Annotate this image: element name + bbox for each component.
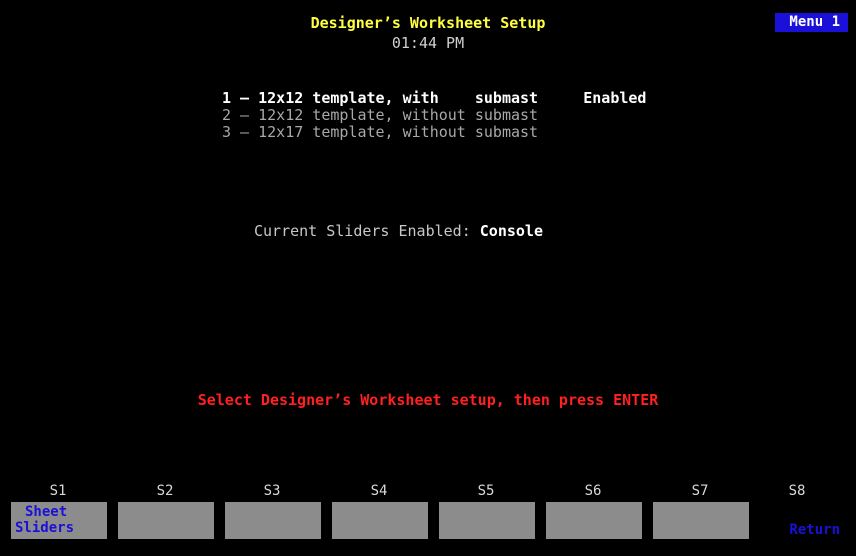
softkey-s7-number: S7: [691, 483, 709, 499]
softkey-row: S1 Sheet Sliders S2 S3 S4 S5 S6 S7 S8 Re…: [0, 482, 856, 556]
softkey-s1-line2: Sliders: [15, 520, 75, 536]
template-options: 1 – 12x12 template, with submast Enabled…: [222, 90, 646, 141]
softkey-s5: S5: [436, 482, 536, 539]
option-2[interactable]: 2 – 12x12 template, without submast: [222, 107, 646, 124]
softkey-s6-button[interactable]: [546, 502, 642, 539]
softkey-s5-number: S5: [477, 483, 495, 499]
screen-title: Designer’s Worksheet Setup: [310, 14, 546, 32]
softkey-s8: S8 Return: [747, 482, 847, 539]
softkey-s8-number: S8: [788, 483, 806, 499]
sheet-sliders-button[interactable]: Sheet Sliders: [11, 502, 107, 539]
softkey-s4-button[interactable]: [332, 502, 428, 539]
sliders-status-label: Current Sliders Enabled:: [254, 222, 471, 240]
softkey-s3-button[interactable]: [225, 502, 321, 539]
option-3[interactable]: 3 – 12x17 template, without submast: [222, 124, 646, 141]
menu-badge[interactable]: Menu 1: [775, 13, 848, 32]
softkey-s7-button[interactable]: [653, 502, 749, 539]
softkey-s4: S4: [329, 482, 429, 539]
softkey-s2: S2: [115, 482, 215, 539]
option-1[interactable]: 1 – 12x12 template, with submast Enabled: [222, 90, 646, 107]
softkey-s8-line2: Return: [789, 522, 840, 538]
return-button[interactable]: Return: [750, 502, 846, 539]
softkey-s6: S6: [543, 482, 643, 539]
softkey-s1-number: S1: [49, 483, 67, 499]
softkey-s5-button[interactable]: [439, 502, 535, 539]
softkey-s4-number: S4: [370, 483, 388, 499]
softkey-s2-button[interactable]: [118, 502, 214, 539]
softkey-s6-number: S6: [584, 483, 602, 499]
clock: 01:44 PM: [391, 34, 465, 52]
softkey-s1: S1 Sheet Sliders: [8, 482, 108, 539]
softkey-s2-number: S2: [156, 483, 174, 499]
instruction-prompt: Select Designer’s Worksheet setup, then …: [197, 391, 659, 409]
sliders-status-value: Console: [479, 222, 543, 240]
softkey-s1-line1: Sheet: [25, 504, 68, 520]
sliders-status: Current Sliders Enabled: Console: [254, 222, 543, 240]
softkey-s7: S7: [650, 482, 750, 539]
softkey-s3: S3: [222, 482, 322, 539]
softkey-s3-number: S3: [263, 483, 281, 499]
